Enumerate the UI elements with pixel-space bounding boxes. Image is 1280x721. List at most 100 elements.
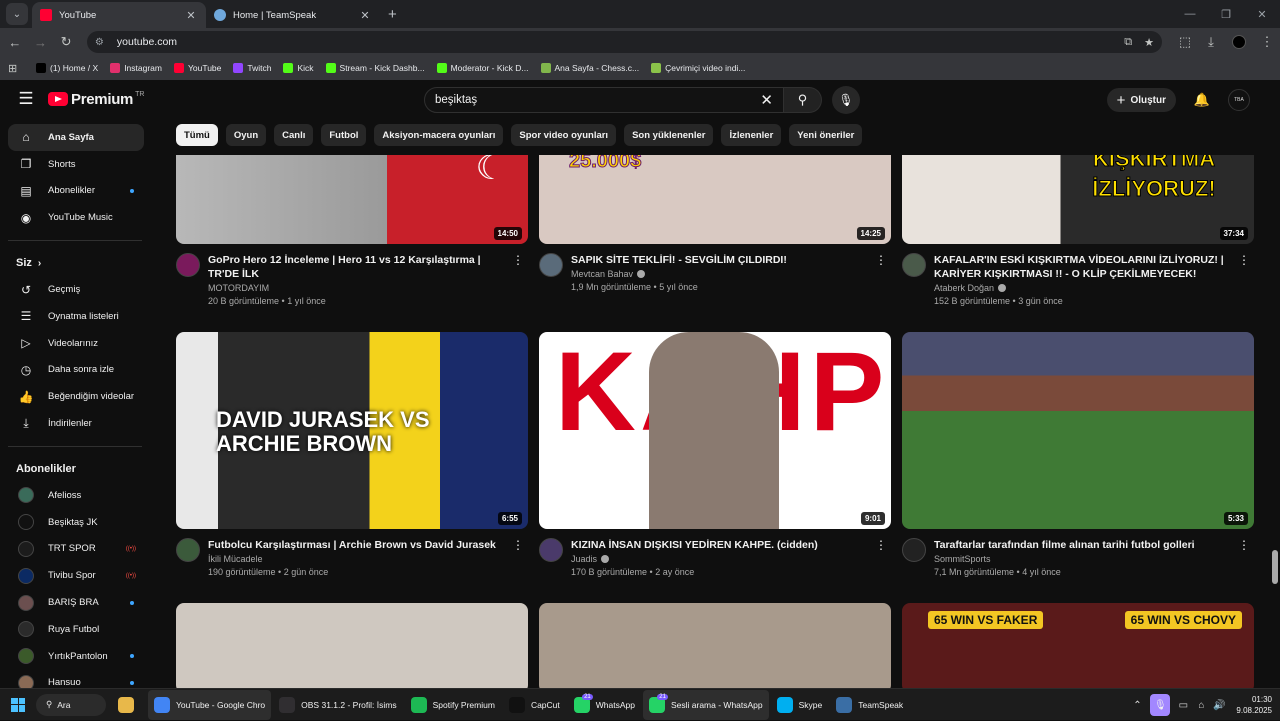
channel-avatar[interactable]	[902, 538, 926, 562]
more-actions-icon[interactable]: ⋮	[875, 253, 887, 267]
bookmark-item[interactable]: Moderator - Kick D...	[436, 63, 529, 73]
video-card[interactable]	[539, 603, 891, 688]
video-card[interactable]: 65 WIN VS FAKER 65 WIN VS CHOVY	[902, 603, 1254, 688]
search-button[interactable]: ⚲	[784, 87, 822, 113]
sidebar-item-your-videos[interactable]: ▷ Videolarınız	[8, 330, 144, 357]
new-tab-button[interactable]: +	[388, 6, 397, 23]
youtube-premium-logo[interactable]: Premium TR	[48, 91, 144, 108]
video-card[interactable]: ☾ 14:50 GoPro Hero 12 İnceleme | Hero 11 v…	[176, 155, 528, 306]
sidebar-item-playlists[interactable]: ☰ Oynatma listeleri	[8, 303, 144, 330]
channel-avatar[interactable]	[902, 253, 926, 277]
sidebar-item-subscriptions[interactable]: ▤ Abonelikler	[8, 178, 144, 205]
apps-grid-icon[interactable]: ⊞	[8, 62, 24, 75]
clear-search-icon[interactable]: ✕	[760, 91, 773, 109]
back-icon[interactable]: ←	[2, 29, 28, 55]
forward-icon[interactable]: →	[28, 29, 54, 55]
chip-filter[interactable]: Aksiyon-macera oyunları	[374, 124, 504, 146]
more-actions-icon[interactable]: ⋮	[512, 538, 524, 552]
account-avatar[interactable]: TBA	[1228, 89, 1250, 111]
address-bar[interactable]: ⚙ youtube.com ⧉ ★	[86, 31, 1162, 53]
video-title[interactable]: Futbolcu Karşılaştırması | Archie Brown …	[208, 538, 508, 552]
voice-search-button[interactable]: 🎙	[832, 86, 860, 114]
taskbar-app[interactable]: Skype	[771, 690, 829, 720]
sidebar-item-like[interactable]: 👍 Beğendiğim videolar	[8, 383, 144, 410]
video-card[interactable]: DAVID JURASEK VS ARCHIE BROWN 6:55 Futbolc…	[176, 332, 528, 577]
bookmark-item[interactable]: Çevrimiçi video indi...	[651, 63, 745, 73]
chip-filter[interactable]: Son yüklenenler	[624, 124, 714, 146]
channel-avatar[interactable]	[176, 538, 200, 562]
taskbar-app[interactable]: CapCut	[503, 690, 566, 720]
hamburger-menu-icon[interactable]: ☰	[8, 89, 44, 109]
sidebar-subscription[interactable]: Hansuo	[8, 670, 144, 688]
bookmark-item[interactable]: YouTube	[173, 63, 221, 73]
video-thumbnail[interactable]: 65 WIN VS FAKER 65 WIN VS CHOVY	[902, 603, 1254, 688]
bookmark-item[interactable]: Stream - Kick Dashb...	[325, 63, 425, 73]
bookmark-item[interactable]: Instagram	[110, 63, 162, 73]
channel-name[interactable]: Ataberk Doğan	[934, 283, 1234, 293]
more-actions-icon[interactable]: ⋮	[512, 253, 524, 267]
sidebar-subscription[interactable]: YırtıkPantolon	[8, 643, 144, 670]
sidebar-subscription[interactable]: Ruya Futbol	[8, 616, 144, 643]
profile-avatar[interactable]	[1232, 35, 1246, 49]
taskbar-app[interactable]: OBS 31.1.2 - Profil: İsims	[273, 690, 402, 720]
network-icon[interactable]: ⌂	[1192, 700, 1210, 711]
chip-filter[interactable]: Oyun	[225, 124, 267, 146]
reload-icon[interactable]: ↻	[53, 29, 79, 55]
sidebar-item-watch-later[interactable]: ◷ Daha sonra izle	[8, 357, 144, 384]
minimize-icon[interactable]: —	[1172, 0, 1208, 28]
page-scrollbar[interactable]	[1272, 550, 1278, 584]
sidebar-subscription[interactable]: BARIŞ BRA	[8, 589, 144, 616]
sidebar-subscription[interactable]: TRT SPOR ((•))	[8, 536, 144, 563]
sidebar-subscription[interactable]: Afelioss	[8, 482, 144, 509]
video-card[interactable]: 5:33 Taraftarlar tarafından filme alınan …	[902, 332, 1254, 577]
video-card[interactable]: KAFALAR KIŞKIRTMA İZLİYORUZ!37:34KAFALAR…	[902, 155, 1254, 306]
taskbar-search[interactable]: ⚲ Ara	[36, 693, 106, 716]
chip-filter[interactable]: Spor video oyunları	[511, 124, 617, 146]
video-card[interactable]: 25.000$ 14:25 SAPIK SİTE TEKLİFİ! - SEVGİL…	[539, 155, 891, 292]
channel-avatar[interactable]	[539, 538, 563, 562]
sidebar-item-home[interactable]: ⌂ Ana Sayfa	[8, 124, 144, 151]
bookmark-item[interactable]: Ana Sayfa - Chess.c...	[540, 63, 639, 73]
video-thumbnail[interactable]: ☾ 14:50	[176, 155, 528, 244]
taskbar-app[interactable]	[112, 690, 146, 720]
channel-avatar[interactable]	[176, 253, 200, 277]
video-thumbnail[interactable]	[539, 603, 891, 688]
bookmark-star-icon[interactable]: ★	[1144, 36, 1154, 49]
bookmark-item[interactable]: (1) Home / X	[36, 63, 98, 73]
channel-name[interactable]: SommitSports	[934, 554, 1234, 564]
more-actions-icon[interactable]: ⋮	[875, 538, 887, 552]
chip-filter[interactable]: Canlı	[274, 124, 314, 146]
tab-search-button[interactable]: ⌄	[6, 3, 28, 25]
video-card[interactable]: KAHPE9:01 KIZINA İNSAN DIŞKISI YEDİREN KA…	[539, 332, 891, 577]
video-title[interactable]: GoPro Hero 12 İnceleme | Hero 11 vs 12 K…	[208, 253, 508, 281]
site-info-icon[interactable]: ⚙	[95, 37, 109, 48]
channel-name[interactable]: MOTORDAYIM	[208, 283, 508, 293]
menu-kebab-icon[interactable]: ⋮	[1254, 29, 1280, 55]
close-tab-icon[interactable]: ✕	[184, 9, 198, 22]
sidebar-you-heading[interactable]: Siz ›	[8, 250, 160, 276]
display-icon[interactable]: ▭	[1174, 700, 1192, 711]
sidebar-subscription[interactable]: Beşiktaş JK	[8, 509, 144, 536]
close-window-icon[interactable]: ✕	[1244, 0, 1280, 28]
chip-filter[interactable]: Yeni öneriler	[789, 124, 863, 146]
more-actions-icon[interactable]: ⋮	[1238, 538, 1250, 552]
sidebar-item-download[interactable]: ⤓ İndirilenler	[8, 410, 144, 437]
video-title[interactable]: SAPIK SİTE TEKLİFİ! - SEVGİLİM ÇILDIRDI!	[571, 253, 871, 267]
channel-name[interactable]: İkili Mücadele	[208, 554, 508, 564]
microphone-in-use-icon[interactable]: 🎙	[1150, 694, 1171, 716]
video-title[interactable]: KIZINA İNSAN DIŞKISI YEDİREN KAHPE. (cid…	[571, 538, 871, 552]
taskbar-app[interactable]: TeamSpeak	[830, 690, 909, 720]
sidebar-item-music[interactable]: ◉ YouTube Music	[8, 204, 144, 231]
downloads-icon[interactable]: ⤓	[1198, 29, 1224, 55]
cast-icon[interactable]: ⧉	[1124, 36, 1132, 49]
channel-avatar[interactable]	[539, 253, 563, 277]
sidebar-subscription[interactable]: Tivibu Spor ((•))	[8, 562, 144, 589]
bookmark-item[interactable]: Twitch	[233, 63, 271, 73]
clock[interactable]: 01:30 9.08.2025	[1236, 694, 1272, 716]
channel-name[interactable]: Juadis	[571, 554, 871, 564]
taskbar-app[interactable]: YouTube - Google Chro	[148, 689, 272, 720]
chip-filter[interactable]: Futbol	[321, 124, 367, 146]
video-thumbnail[interactable]: KAHPE9:01	[539, 332, 891, 529]
taskbar-app[interactable]: Spotify Premium	[405, 690, 501, 720]
video-card[interactable]	[176, 603, 528, 688]
